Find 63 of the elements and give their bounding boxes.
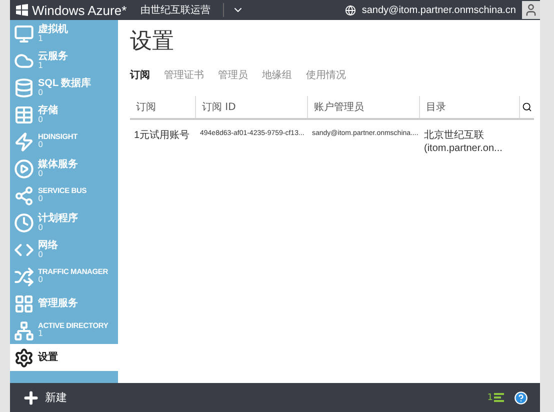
column-header[interactable]: 账户管理员 <box>308 96 420 118</box>
column-header[interactable]: 目录 <box>420 96 520 118</box>
network-icon <box>14 320 34 340</box>
sidebar-item-count: 1 <box>38 62 44 70</box>
sidebar-item-count: 0 <box>38 170 44 178</box>
sidebar-item-label: SQL 数据库 <box>38 78 92 89</box>
shuffle-icon <box>14 266 34 286</box>
sidebar-item[interactable]: 计划程序 0 <box>10 209 118 236</box>
globe-icon[interactable] <box>344 4 356 16</box>
table-cell-text: 1元试用账号 <box>133 129 191 143</box>
sidebar-item[interactable]: 网络 0 <box>10 236 118 263</box>
search-icon[interactable] <box>522 102 532 112</box>
column-header[interactable]: 订阅 ID <box>196 96 308 118</box>
avatar[interactable] <box>522 1 540 19</box>
sidebar-item-label: 媒体服务 <box>38 158 78 170</box>
plus-icon <box>22 388 40 406</box>
settings-icon <box>14 348 34 368</box>
tab[interactable]: 地缘组 <box>262 68 292 82</box>
table-cell-text: 北京世纪互联 (itom.partner.on... <box>423 129 504 155</box>
page-title: 设置 <box>130 28 175 56</box>
sidebar-item-count: 0 <box>38 116 44 124</box>
new-button[interactable]: 新建 <box>22 388 67 406</box>
sidebar-item[interactable]: 管理服务 <box>10 290 118 317</box>
table-icon <box>14 104 34 124</box>
sidebar-item[interactable]: SQL 数据库 0 <box>10 74 118 101</box>
clock-icon <box>14 212 34 232</box>
tab[interactable]: 使用情况 <box>306 68 346 82</box>
windows-logo-icon <box>16 4 28 16</box>
sidebar-item-count: 0 <box>38 141 44 150</box>
lightning-icon <box>14 132 34 152</box>
sidebar-item-label: 虚拟机 <box>38 24 68 35</box>
sidebar-item-count: 0 <box>38 250 44 260</box>
database-icon <box>14 78 34 98</box>
column-header[interactable]: 订阅 <box>130 96 196 118</box>
monitor-icon <box>14 24 34 44</box>
help-icon[interactable] <box>514 390 528 404</box>
sidebar-item-count: 0 <box>38 224 44 232</box>
sidebar-item-label: 计划程序 <box>38 212 78 224</box>
sidebar-item[interactable]: 设置 <box>10 344 118 371</box>
sidebar-item-count: 0 <box>38 88 44 98</box>
operator-label: 由世纪互联运营 <box>140 3 224 17</box>
tab[interactable]: 管理员 <box>218 68 248 82</box>
sidebar-item-count: 0 <box>38 195 44 204</box>
tab[interactable]: 管理证书 <box>164 68 204 82</box>
sidebar-item-label: 存储 <box>38 104 58 116</box>
sidebar-item-label: 云服务 <box>38 50 68 62</box>
sidebar-item-count: 1 <box>38 330 44 340</box>
sidebar-item-label: 管理服务 <box>38 298 78 309</box>
sidebar-item-count: 0 <box>38 276 44 286</box>
sidebar-item-count: 1 <box>38 34 44 44</box>
sidebar-item-label: 网络 <box>38 240 58 251</box>
notification-indicator[interactable]: 1 <box>487 392 504 402</box>
share-icon <box>14 186 34 206</box>
sidebar-item[interactable]: 云服务 1 <box>10 47 118 74</box>
sidebar-item[interactable]: 虚拟机 1 <box>10 20 118 47</box>
play-icon <box>14 158 34 178</box>
brand-name: Windows Azure* <box>32 2 127 18</box>
tab[interactable]: 订阅 <box>130 68 150 82</box>
user-email[interactable]: sandy@itom.partner.onmschina.cn <box>362 4 516 16</box>
grid-icon <box>14 294 34 314</box>
sidebar-item[interactable]: 媒体服务 0 <box>10 155 118 182</box>
sidebar-item-label: 设置 <box>38 352 58 363</box>
sidebar-item[interactable]: 存储 0 <box>10 101 118 128</box>
